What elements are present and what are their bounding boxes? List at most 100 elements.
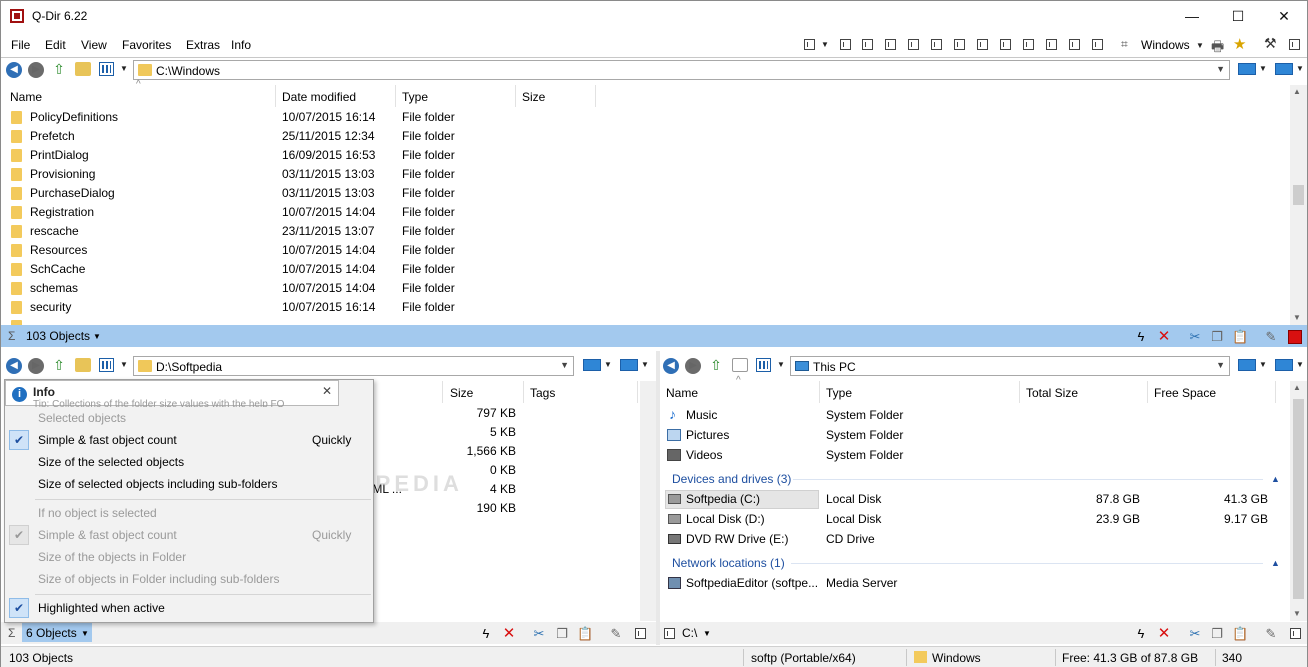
group-devices-header[interactable]: Devices and drives (3) <box>672 472 791 486</box>
list-item[interactable]: SchCache 10/07/2015 14:04 File folder <box>7 260 607 279</box>
chevron-up-icon[interactable]: ▲ <box>1271 474 1280 484</box>
favorites-folder-icon[interactable] <box>75 62 91 76</box>
scroll-up-icon[interactable]: ▲ <box>1293 383 1301 392</box>
list-item[interactable]: Registration 10/07/2015 14:04 File folder <box>7 203 607 222</box>
maximize-button[interactable]: ☐ <box>1215 1 1261 31</box>
close-button[interactable]: ✕ <box>1261 1 1307 31</box>
menu-view[interactable]: View <box>81 38 107 52</box>
list-item[interactable]: security 10/07/2015 16:14 File folder <box>7 298 607 317</box>
view-mode-icon[interactable] <box>756 358 771 372</box>
list-item[interactable]: Videos System Folder <box>663 446 1283 465</box>
left-scrollbar[interactable] <box>640 381 656 621</box>
layout-2-icon[interactable] <box>862 39 873 50</box>
chevron-down-icon[interactable]: ▼ <box>1216 360 1225 370</box>
monitor-icon[interactable] <box>1275 63 1293 75</box>
list-item[interactable]: rescache 23/11/2015 13:07 File folder <box>7 222 607 241</box>
layout-8-icon[interactable] <box>1000 39 1011 50</box>
layout-5-icon[interactable] <box>931 39 942 50</box>
layout-4-icon[interactable] <box>908 39 919 50</box>
right-scrollbar[interactable]: ▲ ▼ <box>1290 381 1307 621</box>
list-item[interactable]: Softpedia (C:) Local Disk 87.8 GB 41.3 G… <box>663 490 1283 509</box>
col-separator[interactable] <box>819 381 820 403</box>
monitor-icon[interactable] <box>620 359 638 371</box>
paste-icon[interactable]: 📋 <box>1232 626 1248 642</box>
menu-size-selected-subfolders[interactable]: Size of selected objects including sub-f… <box>5 473 373 495</box>
col-separator[interactable] <box>1147 381 1148 403</box>
col-total-size[interactable]: Total Size <box>1026 386 1078 400</box>
right-status-path[interactable]: C:\ <box>682 626 697 640</box>
list-item[interactable]: ♪ Music System Folder <box>663 406 1283 425</box>
panel-icon[interactable] <box>1290 628 1301 639</box>
menu-favorites[interactable]: Favorites <box>122 38 171 52</box>
rename-icon[interactable]: ✎ <box>608 626 624 642</box>
scroll-thumb[interactable] <box>1293 399 1304 599</box>
up-folder-icon[interactable]: ⇧ <box>708 357 724 373</box>
scroll-down-icon[interactable]: ▼ <box>1293 313 1301 322</box>
chevron-down-icon[interactable]: ▼ <box>93 332 101 341</box>
cut-icon[interactable]: ✂ <box>1187 329 1203 345</box>
col-size[interactable]: Size <box>450 386 473 400</box>
right-path-field[interactable]: This PC ▼ <box>790 356 1230 376</box>
col-size[interactable]: Size <box>522 90 545 104</box>
menu-size-selected[interactable]: Size of the selected objects <box>5 451 373 473</box>
favorites-folder-icon[interactable] <box>75 358 91 372</box>
chevron-up-icon[interactable]: ▲ <box>1271 558 1280 568</box>
chevron-down-icon[interactable]: ▼ <box>821 40 829 49</box>
col-type[interactable]: Type <box>402 90 428 104</box>
back-icon[interactable]: ◀ <box>6 62 22 78</box>
col-separator[interactable] <box>395 85 396 107</box>
list-item[interactable]: schemas 10/07/2015 14:04 File folder <box>7 279 607 298</box>
layout-name[interactable]: Windows <box>1141 38 1190 52</box>
delete-icon[interactable]: ✕ <box>501 626 517 642</box>
layout-1-icon[interactable] <box>840 39 851 50</box>
monitor-icon[interactable] <box>1238 63 1256 75</box>
menu-simple-count-selected[interactable]: ✔ Simple & fast object count Quickly <box>5 429 373 451</box>
rename-icon[interactable]: ✎ <box>1263 626 1279 642</box>
col-separator[interactable] <box>637 381 638 403</box>
panel-icon[interactable] <box>635 628 646 639</box>
paste-icon[interactable]: 📋 <box>1232 329 1248 345</box>
list-item[interactable]: SoftpediaEditor (softpe... Media Server <box>663 574 1283 593</box>
scroll-down-icon[interactable]: ▼ <box>1293 609 1301 618</box>
top-path-field[interactable]: C:\Windows ▼ <box>133 60 1230 80</box>
scroll-up-icon[interactable]: ▲ <box>1293 87 1301 96</box>
chevron-down-icon[interactable]: ▼ <box>703 629 711 638</box>
monitor-icon[interactable] <box>583 359 601 371</box>
tools-icon[interactable]: ⚒ <box>1264 35 1277 52</box>
copy-icon[interactable]: ❐ <box>554 626 570 642</box>
close-icon[interactable]: ✕ <box>322 384 332 398</box>
left-status-count-button[interactable]: 6 Objects ▼ <box>22 623 92 642</box>
minimize-button[interactable]: — <box>1169 1 1215 31</box>
list-item[interactable]: Resources 10/07/2015 14:04 File folder <box>7 241 607 260</box>
list-item[interactable]: DVD RW Drive (E:) CD Drive <box>663 530 1283 549</box>
list-item[interactable]: Prefetch 25/11/2015 12:34 File folder <box>7 127 607 146</box>
col-separator[interactable] <box>595 85 596 107</box>
chevron-down-icon[interactable]: ▼ <box>1196 41 1204 50</box>
lightning-icon[interactable]: ϟ <box>1133 626 1149 642</box>
layout-10-icon[interactable] <box>1046 39 1057 50</box>
col-date[interactable]: Date modified <box>282 90 356 104</box>
top-status-count[interactable]: 103 Objects <box>26 329 90 343</box>
list-item[interactable]: PurchaseDialog 03/11/2015 13:03 File folde… <box>7 184 607 203</box>
view-mode-icon[interactable] <box>99 358 114 372</box>
chevron-down-icon[interactable]: ▼ <box>777 360 785 369</box>
list-item[interactable]: PrintDialog 16/09/2015 16:53 File folder <box>7 146 607 165</box>
copy-icon[interactable]: ❐ <box>1209 329 1225 345</box>
favorites-folder-icon[interactable] <box>732 358 748 372</box>
group-network-header[interactable]: Network locations (1) <box>672 556 785 570</box>
menu-file[interactable]: File <box>11 38 30 52</box>
up-folder-icon[interactable]: ⇧ <box>51 357 67 373</box>
monitor-icon[interactable] <box>1238 359 1256 371</box>
forward-icon[interactable]: ▶ <box>685 358 701 374</box>
col-separator[interactable] <box>523 381 524 403</box>
forward-icon[interactable]: ▶ <box>28 358 44 374</box>
list-item[interactable]: Pictures System Folder <box>663 426 1283 445</box>
chevron-down-icon[interactable]: ▼ <box>641 360 649 369</box>
list-item[interactable]: Provisioning 03/11/2015 13:03 File folder <box>7 165 607 184</box>
paste-icon[interactable]: 📋 <box>577 626 593 642</box>
col-free-space[interactable]: Free Space <box>1154 386 1216 400</box>
star-icon[interactable]: ★ <box>1233 35 1246 53</box>
col-separator[interactable] <box>1019 381 1020 403</box>
top-scrollbar[interactable]: ▲ ▼ <box>1290 85 1307 325</box>
col-type[interactable]: Type <box>826 386 852 400</box>
